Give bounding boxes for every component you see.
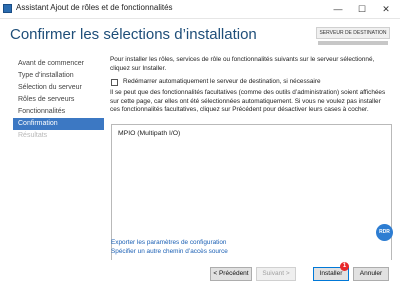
minimize-button[interactable]: —	[326, 0, 350, 18]
nav-item-server-selection[interactable]: Sélection du serveur	[18, 82, 102, 94]
nav-item-server-roles[interactable]: Rôles de serveurs	[18, 94, 102, 106]
step-number-badge: 1	[340, 262, 349, 271]
nav-item-features[interactable]: Fonctionnalités	[18, 106, 102, 118]
nav-item-installation-type[interactable]: Type d’installation	[18, 70, 102, 82]
window-title: Assistant Ajout de rôles et de fonctionn…	[16, 3, 173, 12]
alternate-source-link[interactable]: Spécifier un autre chemin d’accès source	[111, 248, 228, 255]
close-button[interactable]: ✕	[374, 0, 398, 18]
nav-item-before-you-begin[interactable]: Avant de commencer	[18, 58, 102, 70]
previous-button[interactable]: < Précédent	[210, 267, 252, 281]
main-content: Pour installer les rôles, services de rô…	[110, 56, 392, 284]
destination-server-label: SERVEUR DE DESTINATION	[316, 27, 390, 39]
list-item: MPIO (Multipath I/O)	[118, 130, 181, 137]
wizard-steps-nav: Avant de commencer Type d’installation S…	[0, 56, 104, 256]
intro-text: Pour installer les rôles, services de rô…	[110, 56, 375, 72]
rdr-logo: RDR	[376, 224, 393, 241]
export-settings-link[interactable]: Exporter les paramètres de configuration	[111, 239, 226, 246]
maximize-button[interactable]: ☐	[350, 0, 374, 18]
server-manager-icon	[3, 4, 12, 13]
title-bar: Assistant Ajout de rôles et de fonctionn…	[0, 0, 400, 19]
restart-checkbox-label[interactable]: Redémarrer automatiquement le serveur de…	[123, 78, 321, 85]
optional-features-note: Il se peut que des fonctionnalités facul…	[110, 89, 386, 113]
restart-checkbox[interactable]	[111, 79, 118, 86]
nav-item-confirmation[interactable]: Confirmation	[13, 118, 104, 130]
page-title: Confirmer les sélections d’installation	[10, 26, 257, 43]
destination-server-value	[318, 41, 388, 45]
wizard-header: Confirmer les sélections d’installation …	[0, 19, 400, 53]
next-button: Suivant >	[256, 267, 296, 281]
nav-item-results: Résultats	[18, 132, 48, 139]
cancel-button[interactable]: Annuler	[353, 267, 389, 281]
